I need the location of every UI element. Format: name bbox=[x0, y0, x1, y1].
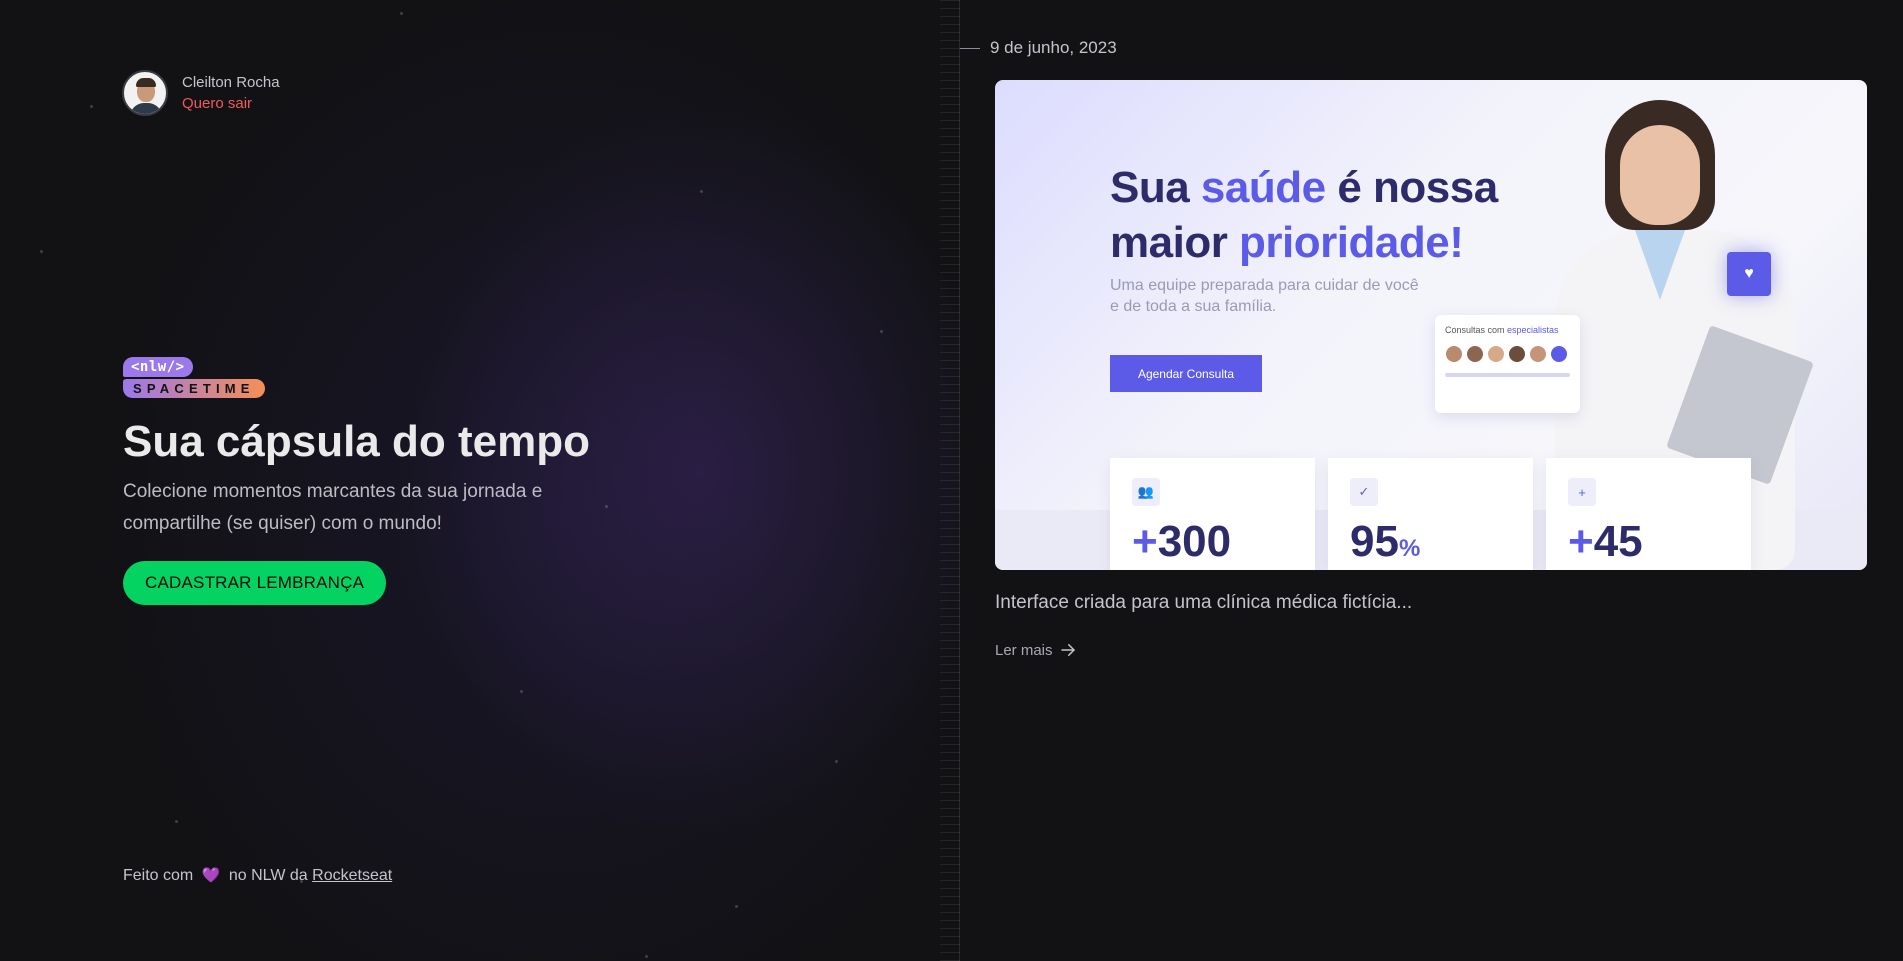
users-icon: 👥 bbox=[1132, 478, 1160, 506]
cover-stat-card: + +45 bbox=[1546, 458, 1751, 570]
logout-link[interactable]: Quero sair bbox=[182, 95, 280, 112]
hero-title: Sua cápsula do tempo bbox=[123, 417, 590, 466]
footer-credit: Feito com 💜 no NLW da Rocketseat bbox=[123, 866, 392, 885]
cover-specialists-card: Consultas com especialistas bbox=[1435, 315, 1580, 413]
avatar bbox=[122, 70, 168, 116]
logo-spacetime-tag: SPACETIME bbox=[123, 379, 265, 398]
cover-schedule-button: Agendar Consulta bbox=[1110, 355, 1262, 392]
arrow-right-icon bbox=[1060, 644, 1075, 656]
footer-middle: no NLW da bbox=[228, 867, 308, 884]
read-more-link[interactable]: Ler mais bbox=[995, 641, 1077, 659]
rocketseat-link[interactable]: Rocketseat bbox=[312, 867, 392, 884]
logo-nlw-tag: <nlw/> bbox=[123, 357, 193, 377]
check-icon: ✓ bbox=[1350, 478, 1378, 506]
left-panel: Cleilton Rocha Quero sair <nlw/> SPACETI… bbox=[0, 0, 959, 961]
date-line bbox=[960, 47, 980, 49]
footer-prefix: Feito com bbox=[123, 867, 194, 884]
memory-date-row: 9 de junho, 2023 bbox=[960, 38, 1117, 58]
cover-stat-card: ✓ 95% bbox=[1328, 458, 1533, 570]
register-memory-button[interactable]: CADASTRAR LEMBRANÇA bbox=[123, 561, 387, 606]
hero-subtitle: Colecione momentos marcantes da sua jorn… bbox=[123, 481, 543, 534]
memory-excerpt: Interface criada para uma clínica médica… bbox=[995, 592, 1413, 613]
user-profile: Cleilton Rocha Quero sair bbox=[122, 70, 280, 116]
specialist-avatars bbox=[1445, 345, 1570, 363]
cover-stat-card: 👥 +300 bbox=[1110, 458, 1315, 570]
heart-icon: 💜 bbox=[201, 867, 221, 884]
heart-icon: ♥ bbox=[1727, 252, 1771, 296]
timeline-divider bbox=[940, 0, 960, 961]
memory-cover-image: Sua saúde é nossa maior prioridade! Uma … bbox=[995, 80, 1867, 570]
cover-subtitle: Uma equipe preparada para cuidar de você… bbox=[1110, 277, 1419, 315]
user-plus-icon: + bbox=[1568, 478, 1596, 506]
memory-date: 9 de junho, 2023 bbox=[990, 38, 1117, 57]
read-more-label: Ler mais bbox=[995, 641, 1053, 659]
hero-section: <nlw/> SPACETIME Sua cápsula do tempo Co… bbox=[123, 357, 643, 606]
memories-panel: 9 de junho, 2023 Sua saúde é nossa maior… bbox=[960, 0, 1903, 961]
user-name: Cleilton Rocha bbox=[182, 74, 280, 91]
nlw-spacetime-logo: <nlw/> SPACETIME bbox=[123, 357, 643, 398]
cover-heading: Sua saúde é nossa maior prioridade! bbox=[1110, 163, 1498, 267]
